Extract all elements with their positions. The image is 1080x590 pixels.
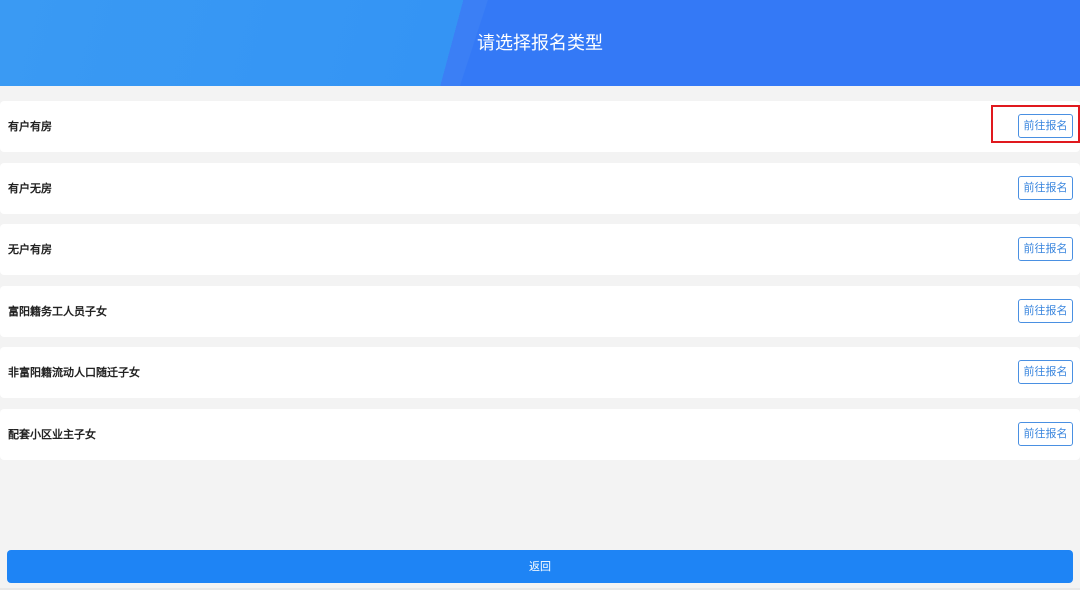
go-register-button[interactable]: 前往报名 (1018, 421, 1073, 446)
list-item-label: 有户有房 (8, 120, 52, 133)
list-item: 有户有房 前往报名 (0, 101, 1080, 152)
page-title: 请选择报名类型 (477, 33, 603, 54)
back-button[interactable]: 返回 (7, 550, 1073, 583)
go-register-button[interactable]: 前往报名 (1018, 237, 1073, 262)
list-item-label: 富阳籍务工人员子女 (8, 304, 107, 318)
registration-type-list: 有户有房 前往报名 有户无房 前往报名 无户有房 前往报名 富阳籍务工人员子女 … (0, 101, 1080, 471)
list-item: 配套小区业主子女 前往报名 (0, 408, 1080, 460)
highlight-annotation-box (991, 105, 1080, 143)
go-register-button[interactable]: 前往报名 (1018, 298, 1073, 323)
list-item: 富阳籍务工人员子女 前往报名 (0, 285, 1080, 337)
list-item-label: 无户有房 (8, 243, 52, 257)
go-register-button[interactable]: 前往报名 (1018, 175, 1073, 200)
list-item-label: 配套小区业主子女 (8, 427, 96, 441)
go-register-button[interactable]: 前往报名 (1018, 360, 1073, 385)
list-item-label: 非富阳籍流动人口随迁子女 (8, 366, 140, 380)
page-header: 请选择报名类型 (0, 0, 1080, 86)
list-item: 非富阳籍流动人口随迁子女 前往报名 (0, 347, 1080, 399)
list-item: 无户有房 前往报名 (0, 224, 1080, 276)
list-item: 有户无房 前往报名 (0, 162, 1080, 214)
list-item-label: 有户无房 (8, 181, 52, 195)
